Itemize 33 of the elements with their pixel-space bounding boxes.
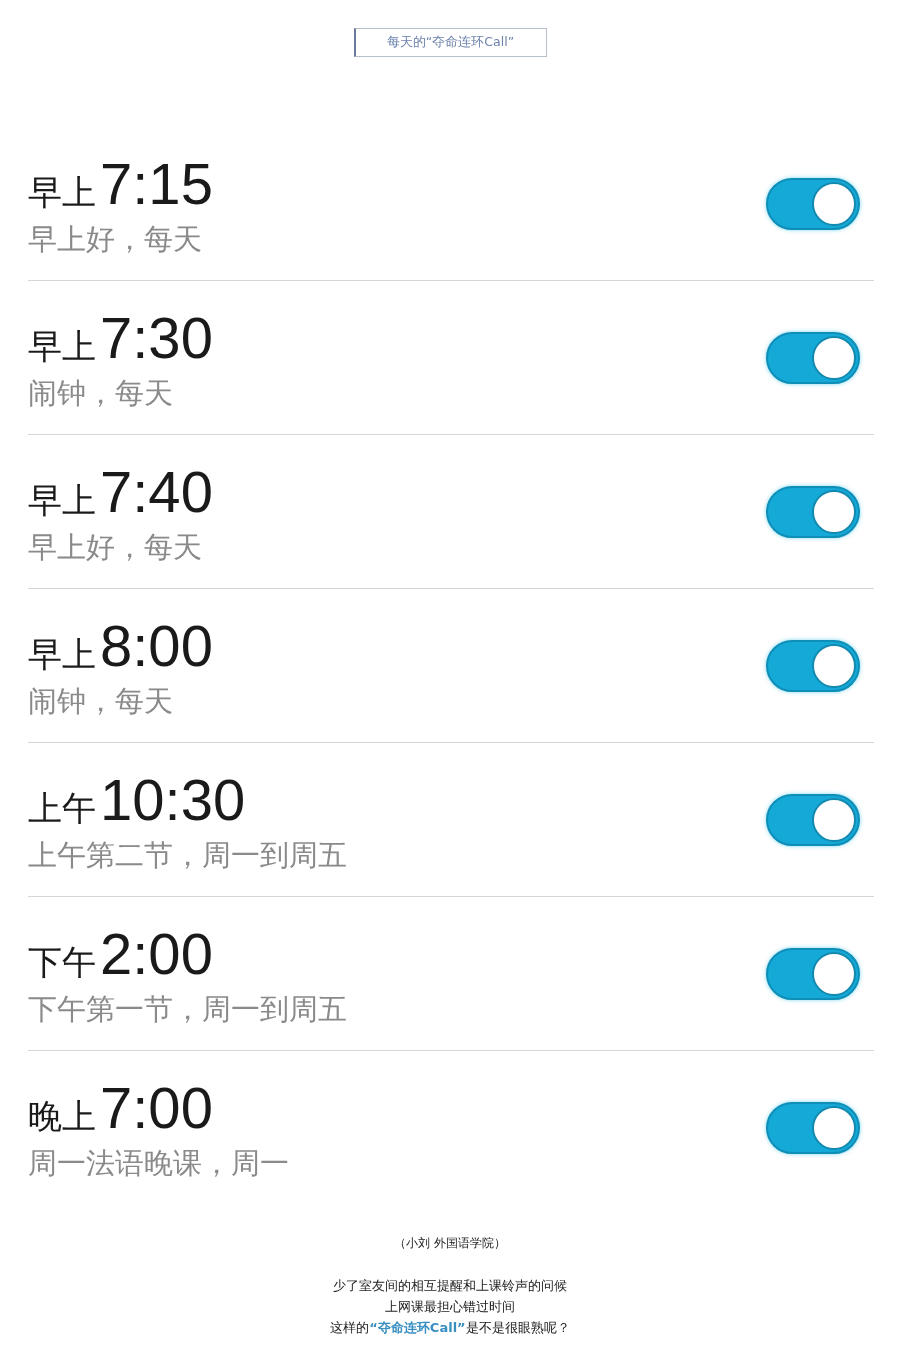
alarm-period: 早上 [28,324,96,368]
alarm-time: 7:15 [100,151,213,216]
alarm-label: 早上好，每天 [28,220,203,258]
alarm-time: 7:30 [100,305,213,370]
alarm-toggle[interactable] [766,177,860,230]
alarm-period: 晚上 [28,1095,96,1138]
alarm-label: 上午第二节，周一到周五 [28,836,347,874]
alarm-period: 早上 [28,632,96,676]
caption-text: （小刘 外国语学院） [394,1235,506,1252]
alarm-period: 早上 [28,478,96,522]
alarm-toggle[interactable] [766,331,860,384]
alarm-toggle[interactable] [766,947,860,1000]
alarm-time: 7:40 [100,459,213,524]
alarm-time: 2:00 [100,921,213,986]
paragraph-line: 少了室友间的相互提醒和上课铃声的问候 [333,1277,567,1295]
alarm-label: 周一法语晚课，周一 [28,1145,289,1182]
alarm-toggle[interactable] [766,793,860,846]
alarm-toggle[interactable] [766,1102,860,1154]
alarm-toggle[interactable] [766,639,860,692]
alarm-label: 闹钟，每天 [28,682,174,720]
alarm-label: 早上好，每天 [28,528,203,566]
alarm-toggle[interactable] [766,485,860,538]
paragraph-line: 上网课最担心错过时间 [385,1298,515,1316]
alarm-period: 早上 [28,170,96,214]
alarm-time: 10:30 [100,767,246,832]
alarm-label: 下午第一节，周一到周五 [28,990,347,1028]
alarm-period: 下午 [28,940,96,984]
paragraph-line: 这样的“夺命连环Call”是不是很眼熟呢？ [330,1319,570,1337]
section-title: 每天的“夺命连环Call” [353,28,547,57]
alarm-label: 闹钟，每天 [28,374,174,412]
alarm-period: 上午 [28,786,96,830]
alarm-time: 7:00 [100,1076,213,1140]
alarm-time: 8:00 [100,613,213,678]
